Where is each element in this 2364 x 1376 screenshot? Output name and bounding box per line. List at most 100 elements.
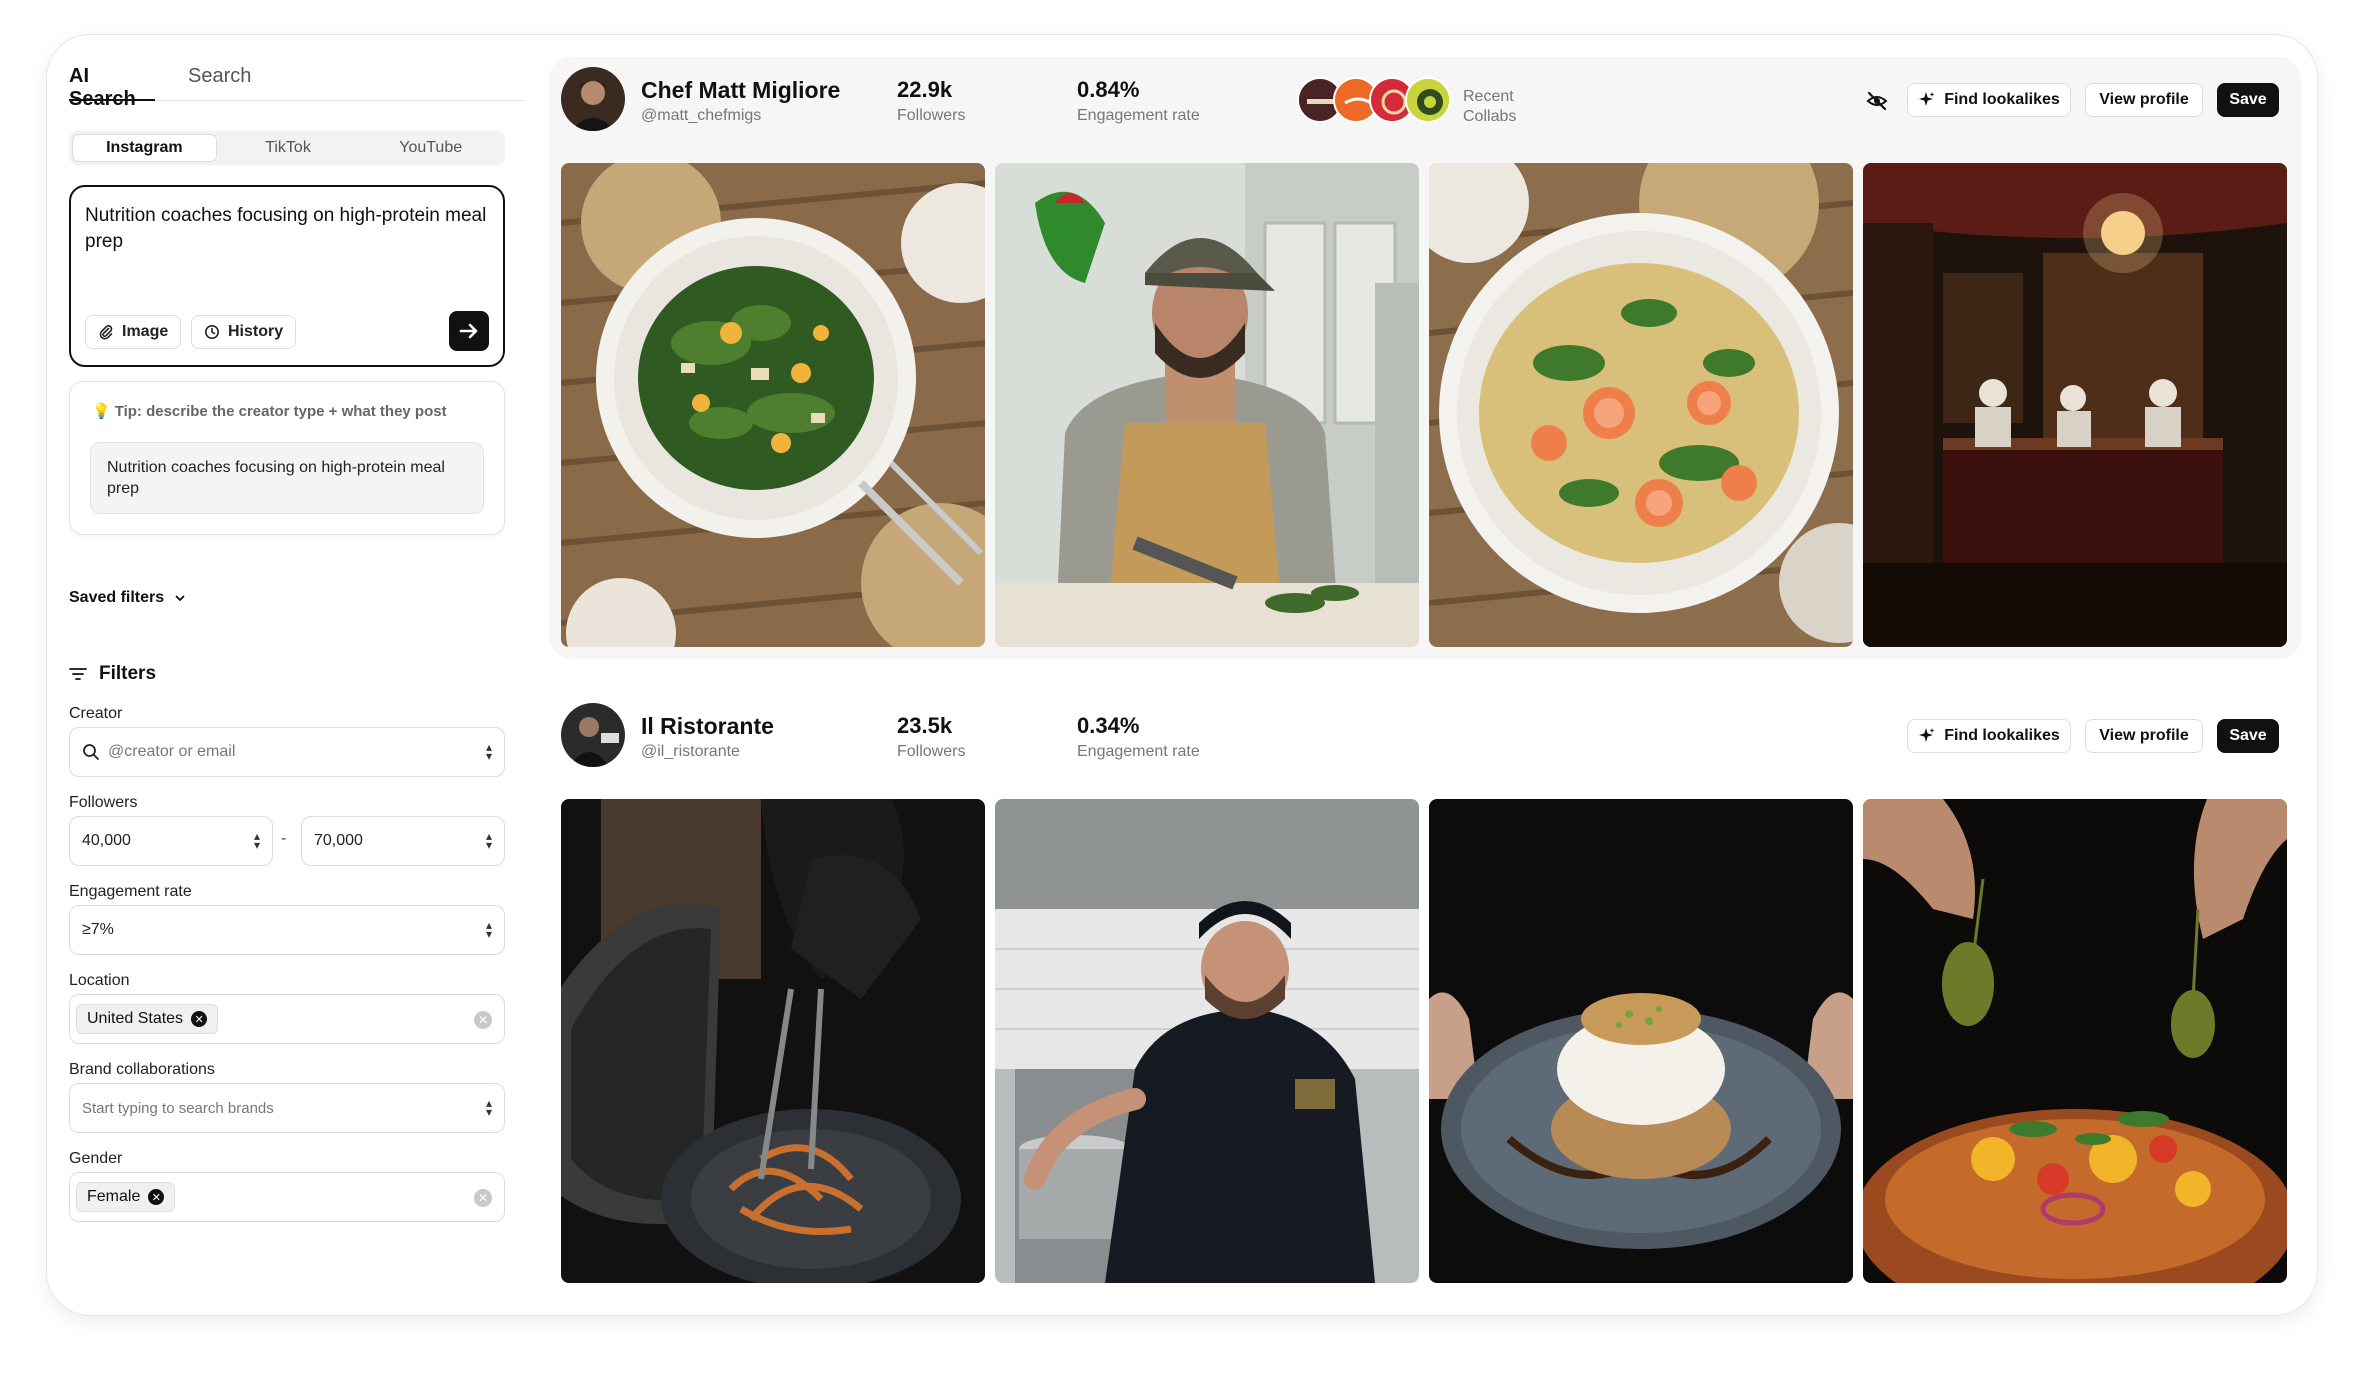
engagement-rate: 0.84% <box>1077 77 1140 102</box>
followers-range-separator: - <box>281 830 287 847</box>
remove-tag-icon[interactable]: ✕ <box>148 1189 165 1205</box>
recent-collabs-line-2: Collabs <box>1463 108 1517 125</box>
creator-header: Il Ristorante @il_ristorante 23.5k Follo… <box>561 703 2289 769</box>
updown-icon: ▴ ▾ <box>485 1096 492 1119</box>
post-image[interactable] <box>1863 163 2287 647</box>
remove-tag-icon[interactable]: ✕ <box>191 1011 208 1027</box>
avatar[interactable] <box>561 703 625 767</box>
save-button[interactable]: Save <box>2217 719 2279 753</box>
location-tag-label: United States <box>87 1010 184 1027</box>
gender-input[interactable]: Female ✕ ✕ <box>69 1172 505 1222</box>
suggestion-chip[interactable]: Nutrition coaches focusing on high-prote… <box>90 442 484 514</box>
eye-off-icon[interactable] <box>1865 89 1889 113</box>
post-image[interactable] <box>1429 799 1853 1283</box>
recent-collabs-line-1: Recent <box>1463 88 1514 105</box>
location-input[interactable]: United States ✕ ✕ <box>69 994 505 1044</box>
engagement-stat-label: Engagement rate <box>1077 107 1200 124</box>
history-button-label: History <box>228 323 284 340</box>
updown-icon: ▴ ▾ <box>485 918 492 941</box>
engagement-stat-label: Engagement rate <box>1077 743 1200 760</box>
image-button-label: Image <box>122 323 169 340</box>
followers-stat-label: Followers <box>897 743 966 760</box>
avatar[interactable] <box>561 67 625 131</box>
find-lookalikes-button[interactable]: Find lookalikes <box>1907 719 2071 753</box>
engagement-value: ≥7% <box>82 921 114 938</box>
followers-max-input[interactable]: 70,000 ▴ ▾ <box>301 816 505 866</box>
updown-icon: ▴ ▾ <box>485 829 492 852</box>
paperclip-icon <box>99 325 113 340</box>
creator-placeholder: @creator or email <box>108 743 236 760</box>
engagement-rate: 0.34% <box>1077 713 1140 738</box>
updown-icon: ▴ ▾ <box>485 740 492 763</box>
post-image[interactable] <box>1863 799 2287 1283</box>
followers-max-value: 70,000 <box>314 832 363 849</box>
saved-filters-dropdown[interactable]: Saved filters <box>69 589 186 607</box>
gender-tag-label: Female <box>87 1188 141 1205</box>
filters-heading-label: Filters <box>99 663 157 684</box>
engagement-label: Engagement rate <box>69 883 192 900</box>
tab-youtube[interactable]: YouTube <box>359 134 502 162</box>
creator-search-input[interactable]: @creator or email ▴ ▾ <box>69 727 505 777</box>
creator-posts <box>561 799 2291 1283</box>
sidebar: AI Search Search Instagram TikTok YouTub… <box>69 35 547 1315</box>
creator-card: Il Ristorante @il_ristorante 23.5k Follo… <box>549 693 2301 1295</box>
creator-card: Chef Matt Migliore @matt_chefmigs 22.9k … <box>549 57 2301 659</box>
tip-row: 💡 Tip: describe the creator type + what t… <box>92 402 447 420</box>
tab-tiktok[interactable]: TikTok <box>217 134 360 162</box>
brand-logo[interactable] <box>1405 77 1451 123</box>
sparkle-icon <box>1919 92 1935 106</box>
location-tag: United States ✕ <box>76 1004 219 1034</box>
ai-prompt-input[interactable]: Nutrition coaches focusing on high-prote… <box>69 185 505 367</box>
find-lookalikes-button[interactable]: Find lookalikes <box>1907 83 2071 117</box>
history-button[interactable]: History <box>191 315 297 349</box>
filters-heading: Filters <box>69 663 156 685</box>
search-mode-tabs: AI Search Search <box>69 65 525 110</box>
tab-search[interactable]: Search <box>188 65 251 101</box>
tip-card: 💡 Tip: describe the creator type + what t… <box>69 381 505 535</box>
creator-handle: @matt_chefmigs <box>641 107 762 124</box>
find-lookalikes-label: Find lookalikes <box>1944 727 2060 744</box>
find-lookalikes-label: Find lookalikes <box>1944 91 2060 108</box>
image-button[interactable]: Image <box>85 315 182 349</box>
save-button[interactable]: Save <box>2217 83 2279 117</box>
lightbulb-icon: 💡 <box>92 403 111 420</box>
app-window: AI Search Search Instagram TikTok YouTub… <box>46 34 2318 1316</box>
location-label: Location <box>69 972 130 989</box>
arrow-right-icon <box>459 323 478 339</box>
clear-icon[interactable]: ✕ <box>474 1189 492 1207</box>
creator-name[interactable]: Il Ristorante <box>641 713 774 740</box>
platform-tabs: Instagram TikTok YouTube <box>69 131 505 165</box>
followers-min-input[interactable]: 40,000 ▴ ▾ <box>69 816 273 866</box>
view-profile-button[interactable]: View profile <box>2085 719 2203 753</box>
followers-count: 22.9k <box>897 77 953 102</box>
followers-label: Followers <box>69 794 138 811</box>
post-image[interactable] <box>995 799 1419 1283</box>
creator-label: Creator <box>69 705 123 722</box>
send-button[interactable] <box>449 311 489 351</box>
chevron-down-icon <box>175 595 185 602</box>
post-image[interactable] <box>995 163 1419 647</box>
engagement-select[interactable]: ≥7% ▴ ▾ <box>69 905 505 955</box>
prompt-text[interactable]: Nutrition coaches focusing on high-prote… <box>85 203 495 255</box>
tab-instagram[interactable]: Instagram <box>72 134 217 162</box>
creator-header: Chef Matt Migliore @matt_chefmigs 22.9k … <box>561 67 2289 133</box>
tip-text: Tip: describe the creator type + what th… <box>114 403 447 420</box>
creator-handle: @il_ristorante <box>641 743 740 760</box>
followers-min-value: 40,000 <box>82 832 131 849</box>
brand-search-input[interactable]: Start typing to search brands ▴ ▾ <box>69 1083 505 1133</box>
creator-name[interactable]: Chef Matt Migliore <box>641 77 840 104</box>
post-image[interactable] <box>561 163 985 647</box>
gender-label: Gender <box>69 1150 123 1167</box>
recent-collabs-label: Recent Collabs <box>1463 87 1516 127</box>
tab-ai-search[interactable]: AI Search <box>69 65 155 110</box>
saved-filters-label: Saved filters <box>69 589 165 606</box>
followers-count: 23.5k <box>897 713 953 738</box>
clear-icon[interactable]: ✕ <box>474 1011 492 1029</box>
post-image[interactable] <box>561 799 985 1283</box>
brand-collaborations-label: Brand collaborations <box>69 1061 215 1078</box>
view-profile-button[interactable]: View profile <box>2085 83 2203 117</box>
updown-icon: ▴ ▾ <box>253 829 260 852</box>
filter-lines-icon <box>69 668 87 680</box>
creator-posts <box>561 163 2291 647</box>
post-image[interactable] <box>1429 163 1853 647</box>
